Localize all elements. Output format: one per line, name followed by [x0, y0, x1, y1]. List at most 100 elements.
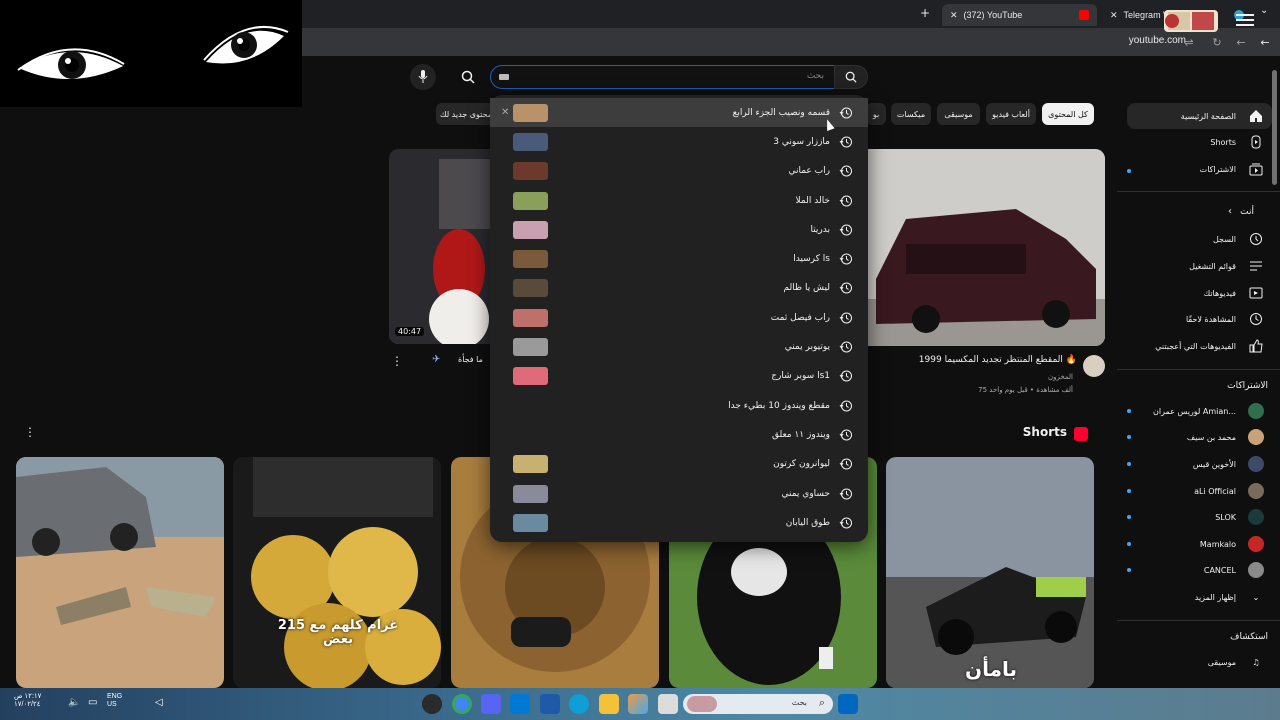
sidebar-item-history[interactable]: السجل	[1127, 226, 1272, 252]
more-options-icon[interactable]: ⋮	[391, 354, 403, 368]
suggestion-text: مقطع ويندوز 10 بطيء جدا	[728, 400, 830, 411]
back-icon[interactable]: ←	[1257, 34, 1273, 50]
search-button[interactable]	[834, 65, 868, 89]
outlook-app-icon[interactable]	[510, 694, 530, 714]
sidebar-you-header[interactable]: أنت	[1240, 207, 1254, 217]
sidebar-item-liked[interactable]: الفيديوهات التي أعجبتني	[1127, 333, 1272, 359]
sidebar-item-label: فيديوهاتك	[1203, 288, 1236, 298]
your-videos-icon	[1248, 285, 1264, 301]
search-icon[interactable]	[455, 64, 481, 90]
voice-search-icon[interactable]	[410, 64, 436, 90]
chip-music[interactable]: موسيقى	[937, 103, 980, 125]
short-thumbnail-1[interactable]	[16, 457, 224, 688]
obs-app-icon[interactable]	[422, 694, 442, 714]
remove-suggestion-icon[interactable]: ✕	[501, 107, 509, 118]
sidebar-sub-2[interactable]: محمد بن سيف	[1127, 424, 1272, 450]
chrome-app-icon[interactable]	[452, 694, 472, 714]
sidebar-item-playlists[interactable]: قوائم التشغيل	[1127, 253, 1272, 279]
youtube-logo[interactable]	[1162, 6, 1220, 36]
search-suggestion[interactable]: سوبر شارج ls1	[490, 362, 868, 391]
search-suggestion[interactable]: ويندوز ١١ معلق	[490, 420, 868, 449]
taskbar-clock[interactable]: ١٢:١٧ ص ١٧/٠٢/٢٤	[14, 693, 41, 708]
sidebar-show-more[interactable]: إظهار المزيد ⌄	[1127, 584, 1272, 610]
sidebar-item-subscriptions[interactable]: الاشتراكات	[1127, 156, 1272, 182]
sidebar-subs-header: الاشتراكات	[1227, 381, 1268, 391]
search-suggestion[interactable]: كرسيدا ls	[490, 245, 868, 274]
chip-mixes[interactable]: ميكسات	[891, 103, 931, 125]
calculator-app-icon[interactable]	[540, 694, 560, 714]
sidebar-item-label: المشاهدة لاحقًا	[1185, 314, 1236, 324]
tab-youtube[interactable]: ✕ (372) YouTube	[942, 4, 1097, 26]
network-icon[interactable]: ▭	[88, 697, 97, 708]
sidebar-item-label: الأخوين قيس	[1192, 459, 1236, 469]
speaker-icon[interactable]: ◁	[155, 697, 163, 708]
sidebar-item-watch-later[interactable]: المشاهدة لاحقًا	[1127, 306, 1272, 332]
forward-icon[interactable]: ←	[1233, 34, 1249, 50]
new-tab-icon[interactable]: +	[920, 6, 930, 20]
sidebar-item-label: إظهار المزيد	[1194, 592, 1236, 602]
suggestion-text: بدريتا	[810, 224, 830, 235]
search-suggestion[interactable]: مقطع ويندوز 10 بطيء جدا	[490, 391, 868, 420]
music-icon: ♫	[1252, 657, 1260, 667]
search-suggestion[interactable]: راب عماني	[490, 157, 868, 186]
sidebar-sub-5[interactable]: SLOK	[1127, 504, 1272, 530]
sidebar-item-shorts[interactable]: Shorts	[1127, 129, 1272, 155]
chip-partial[interactable]: بو	[866, 103, 886, 125]
search-suggestion[interactable]: راب فيصل ثمت	[490, 303, 868, 332]
chip-all[interactable]: كل المحتوى	[1042, 103, 1094, 125]
search-suggestion[interactable]: ليش يا ظالم	[490, 274, 868, 303]
sidebar-item-label: SLOK	[1215, 512, 1236, 522]
short-thumbnail-2[interactable]: 215 غرام كلهم مع بعض	[233, 457, 441, 688]
search-suggestion[interactable]: يوتيوبر يمني	[490, 332, 868, 361]
search-suggestion[interactable]: حساوي يمني	[490, 479, 868, 508]
tab-search-icon[interactable]: ⌄	[1260, 5, 1268, 16]
volume-icon[interactable]: 🔈	[68, 697, 80, 708]
sidebar-sub-7[interactable]: CANCEL	[1127, 557, 1272, 583]
sidebar-sub-6[interactable]: Mamkalo	[1127, 531, 1272, 557]
search-suggestion[interactable]: ماززار سوني 3	[490, 127, 868, 156]
windows-start-icon[interactable]	[838, 694, 858, 714]
taskbar-search-input[interactable]: بحث ⌕	[683, 694, 833, 714]
sidebar-item-music[interactable]: موسيقى ♫	[1127, 649, 1272, 675]
video-thumbnail-left[interactable]: 40:47	[389, 149, 491, 344]
search-text-selection	[499, 74, 509, 80]
close-icon[interactable]: ✕	[950, 10, 958, 21]
video-title-left[interactable]: ما فجأة	[458, 355, 483, 364]
taskbar-language[interactable]: ENG US	[107, 693, 122, 708]
search-suggestion[interactable]: بدريتا	[490, 215, 868, 244]
discord-app-icon[interactable]	[481, 694, 501, 714]
copilot-app-icon[interactable]	[628, 694, 648, 714]
search-suggestion[interactable]: طوق اليابان	[490, 508, 868, 537]
menu-icon[interactable]	[1236, 11, 1254, 29]
url-text[interactable]: youtube.com	[1129, 35, 1186, 46]
search-suggestion[interactable]: خالد الملا	[490, 186, 868, 215]
site-settings-icon[interactable]: ⇌	[1181, 34, 1197, 50]
search-suggestion[interactable]: ليوانرون كرتون	[490, 450, 868, 479]
suggestion-thumbnail	[513, 367, 548, 386]
edge-app-icon[interactable]	[569, 694, 589, 714]
search-input[interactable]: بحث ⌕	[490, 63, 848, 89]
chip-new-for-you[interactable]: محتوى جديد لك	[436, 103, 496, 125]
sidebar-item-your-videos[interactable]: فيديوهاتك	[1127, 280, 1272, 306]
sidebar-sub-4[interactable]: aLi Official	[1127, 478, 1272, 504]
task-view-icon[interactable]	[658, 694, 678, 714]
sidebar-sub-3[interactable]: الأخوين قيس	[1127, 451, 1272, 477]
sidebar-sub-1[interactable]: لوريس عمران Amian...	[1127, 398, 1272, 424]
search-suggestion[interactable]: ✕ قسمه ونصيب الجزء الرابع	[490, 98, 868, 128]
sidebar-item-home[interactable]: الصفحة الرئيسية	[1127, 103, 1272, 129]
chip-video-games[interactable]: ألعاب فيديو	[986, 103, 1036, 125]
scrollbar-thumb[interactable]	[1272, 70, 1277, 185]
video-thumbnail-car[interactable]	[866, 149, 1105, 346]
file-explorer-icon[interactable]	[599, 694, 619, 714]
video-title[interactable]: المقطع المنتظر تجديد المكسيما 1999 🔥	[919, 355, 1077, 365]
playlists-icon	[1248, 258, 1264, 274]
channel-name[interactable]: المخزون	[1048, 373, 1073, 381]
video-duration: 40:47	[395, 327, 425, 336]
close-icon[interactable]: ✕	[1110, 10, 1118, 21]
reload-icon[interactable]: ↻	[1209, 34, 1225, 50]
channel-avatar[interactable]	[1083, 355, 1105, 377]
search-highlight-image	[687, 696, 717, 712]
home-icon	[1248, 108, 1264, 124]
shorts-more-icon[interactable]: ⋮	[24, 425, 36, 439]
short-thumbnail-5[interactable]: بامأن	[886, 457, 1094, 688]
